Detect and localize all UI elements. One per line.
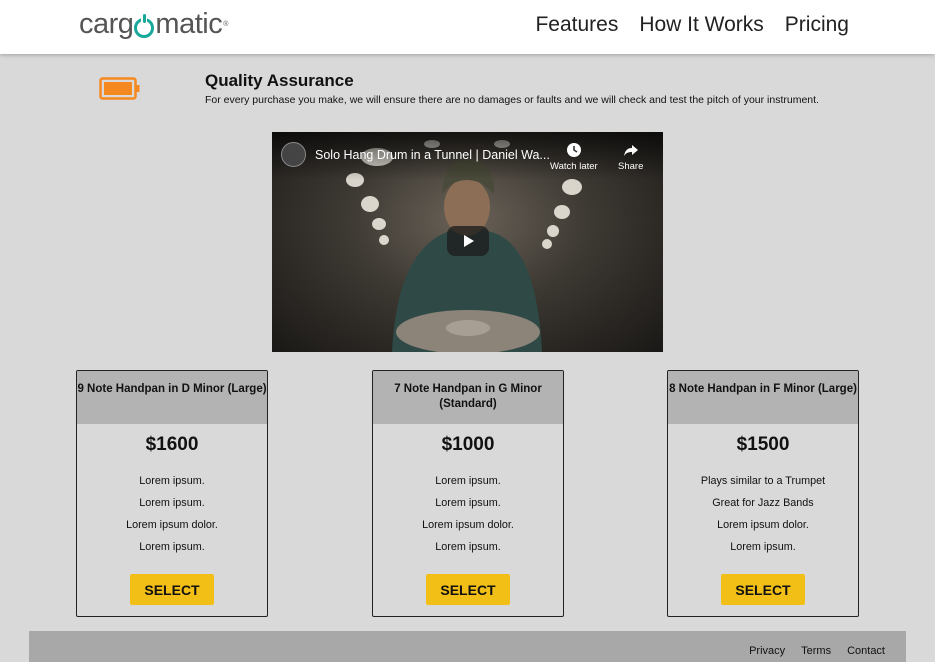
plan-feature: Lorem ipsum dolor. [717,519,809,531]
footer-terms-link[interactable]: Terms [801,645,831,657]
logo-text-start: carg [79,8,134,40]
pricing-card: 9 Note Handpan in D Minor (Large) $1600 … [76,370,268,617]
play-icon[interactable] [447,226,489,256]
share-button[interactable]: Share [618,142,643,172]
plan-feature: Plays similar to a Trumpet [700,475,826,487]
site-header: carg matic ® Features How It Works Pricing [0,0,935,54]
plan-features: Lorem ipsum. Lorem ipsum. Lorem ipsum do… [373,470,563,558]
plan-features: Lorem ipsum. Lorem ipsum. Lorem ipsum do… [77,470,267,558]
plan-feature: Lorem ipsum dolor. [422,519,514,531]
plan-feature: Lorem ipsum. [730,541,796,553]
footer-privacy-link[interactable]: Privacy [749,645,785,657]
cargomatic-logo[interactable]: carg matic ® [79,8,228,41]
pricing-card: 7 Note Handpan in G Minor (Standard) $10… [372,370,564,617]
nav-pricing[interactable]: Pricing [785,13,849,37]
power-icon [134,13,155,38]
watch-later-label: Watch later [550,161,598,172]
plan-feature: Lorem ipsum. [139,497,205,509]
feature-title: Quality Assurance [205,71,354,90]
plan-feature: Great for Jazz Bands [712,497,814,509]
logo-text-end: matic [155,8,223,40]
share-label: Share [618,161,644,172]
video-title[interactable]: Solo Hang Drum in a Tunnel | Daniel Wa..… [315,148,550,162]
battery-icon [99,77,141,106]
plan-price: $1000 [441,434,495,455]
plan-feature: Lorem ipsum. [435,475,501,487]
select-button[interactable]: SELECT [426,574,510,605]
watch-later-button[interactable]: Watch later [550,142,598,172]
plan-feature: Lorem ipsum. [435,497,501,509]
feature-description: For every purchase you make, we will ens… [205,94,819,106]
footer-contact-link[interactable]: Contact [847,645,885,657]
nav-how-it-works[interactable]: How It Works [639,13,763,37]
plan-price: $1500 [736,434,790,455]
plan-feature: Lorem ipsum dolor. [126,519,218,531]
select-button[interactable]: SELECT [130,574,214,605]
clock-icon [566,143,581,157]
nav-features[interactable]: Features [535,13,618,37]
trademark-symbol: ® [223,21,228,28]
plan-name: 7 Note Handpan in G Minor (Standard) [373,371,563,424]
plan-name: 9 Note Handpan in D Minor (Large) [77,371,267,424]
plan-price: $1600 [145,434,199,455]
pricing-card: 8 Note Handpan in F Minor (Large) $1500 … [667,370,859,617]
plan-features: Plays similar to a Trumpet Great for Jaz… [668,470,858,558]
main-nav: Features How It Works Pricing [535,13,849,37]
share-arrow-icon [623,145,638,156]
select-button[interactable]: SELECT [721,574,805,605]
site-footer: Privacy Terms Contact [29,631,906,662]
plan-feature: Lorem ipsum. [435,541,501,553]
plan-feature: Lorem ipsum. [139,475,205,487]
plan-feature: Lorem ipsum. [139,541,205,553]
channel-avatar[interactable] [281,142,306,167]
footer-links: Privacy Terms Contact [749,645,885,657]
video-player[interactable]: Solo Hang Drum in a Tunnel | Daniel Wa..… [272,132,663,352]
plan-name: 8 Note Handpan in F Minor (Large) [668,371,858,424]
